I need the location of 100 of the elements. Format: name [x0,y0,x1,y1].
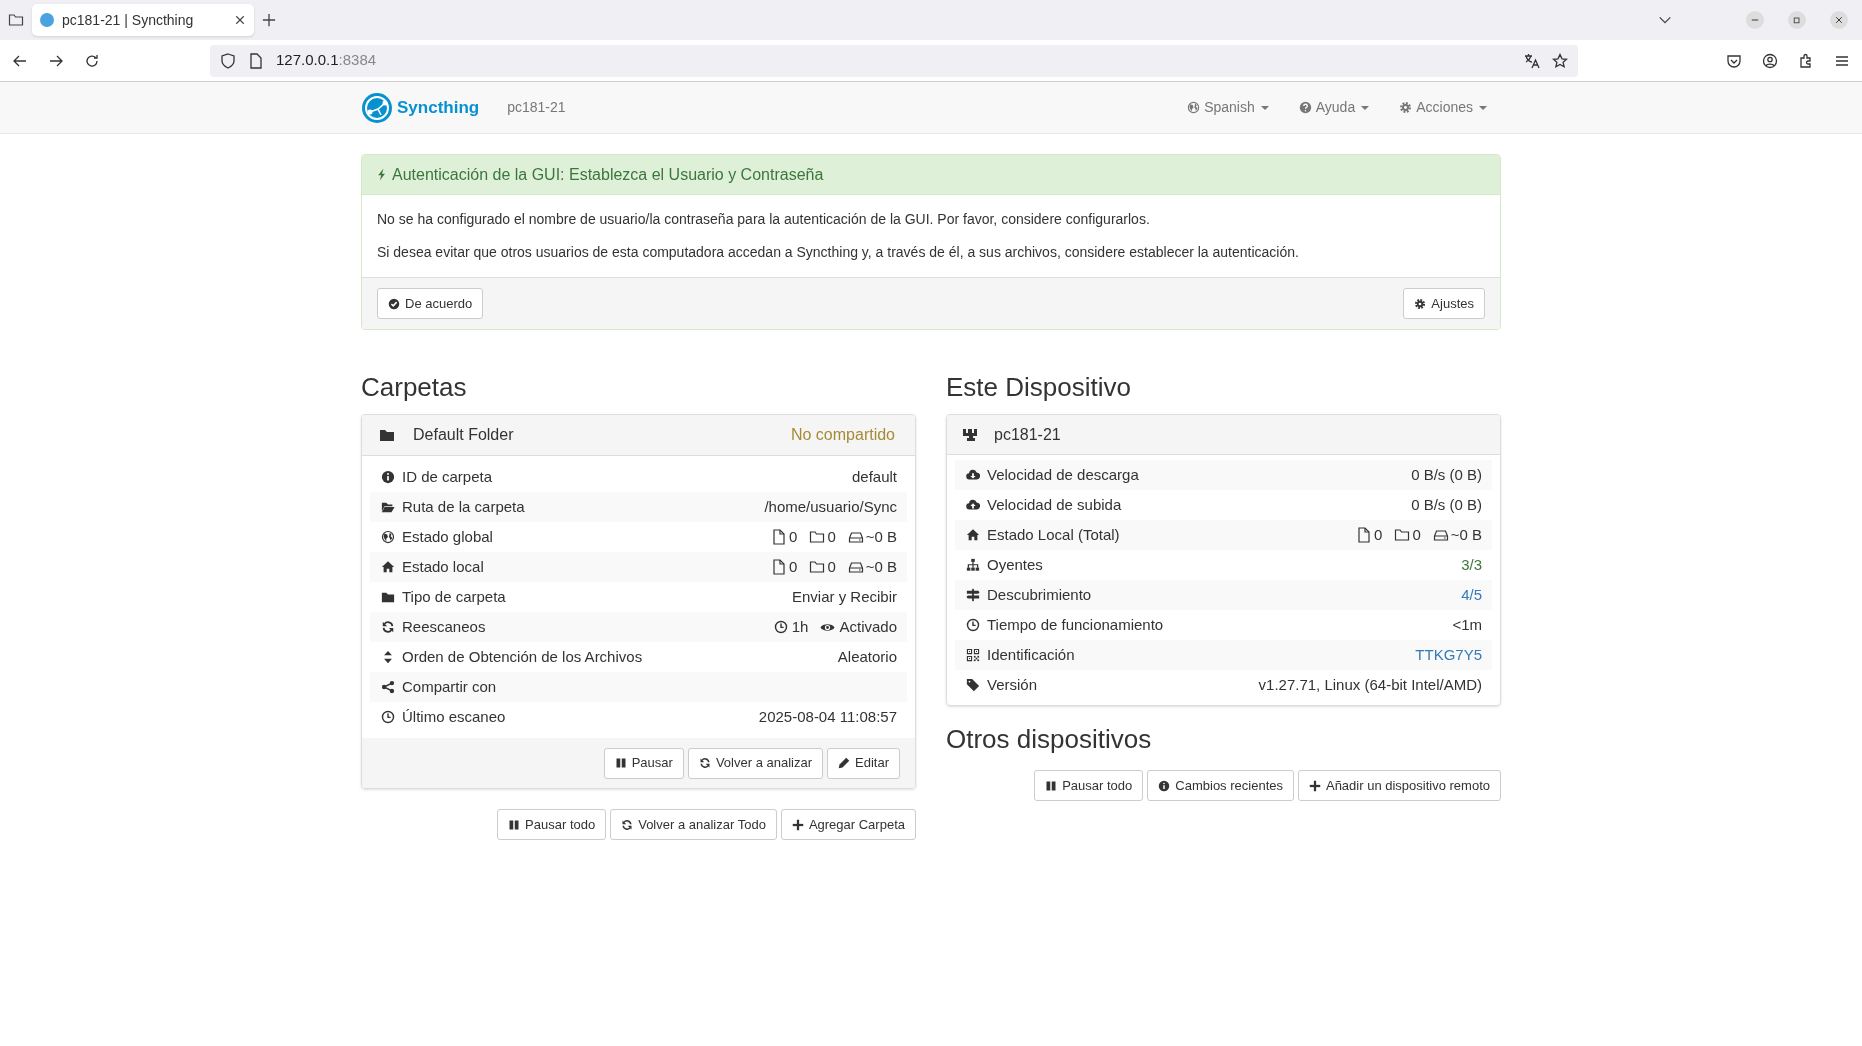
account-icon[interactable] [1762,52,1778,69]
row-label: Oyentes [987,554,1043,575]
section-heading: Este Dispositivo [946,371,1132,404]
settings-icon [1414,297,1427,310]
clock-icon [966,618,980,632]
folder-status: No compartido [790,425,895,445]
pause-icon [508,818,521,831]
row-link[interactable]: TTKG7Y5 [1415,643,1482,667]
disk-icon [847,529,864,545]
size-value: ~0 B [865,526,897,547]
device-name: pc181-21 [994,424,1061,445]
settings-button[interactable]: Ajustes [1403,288,1485,319]
row-label: Tipo de carpeta [402,586,506,607]
globe-icon [1187,101,1201,114]
row-label: Velocidad de subida [987,494,1122,515]
tab-list-icon [8,12,24,28]
row-value: 0 B/s (0 B) [1411,464,1482,485]
tab-title: pc181-21 | Syncthing [62,10,195,30]
size-value: ~0 B [1450,524,1482,545]
add-device-button[interactable]: Añadir un dispositivo remoto [1297,770,1501,801]
file-icon [1356,527,1373,543]
file-count: 0 [789,526,798,547]
row-value: <1m [1452,614,1482,635]
cloud-upload-icon [966,498,980,512]
folder-icon [809,529,826,545]
extensions-icon[interactable] [1798,52,1814,69]
globe-icon [381,530,395,544]
page-icon[interactable] [248,52,264,69]
clock-icon [773,620,788,634]
row-value: 0 B/s (0 B) [1411,494,1482,515]
caret-icon [1260,105,1269,110]
section-heading: Otros dispositivos [946,723,1153,756]
acknowledge-button[interactable]: De acuerdo [377,288,484,319]
rescan-interval: 1h [791,616,809,637]
watcher-status: Activado [839,616,897,637]
home-icon [966,528,980,542]
shield-icon[interactable] [220,52,236,69]
minimize-button[interactable] [1746,11,1764,29]
folder-icon [809,559,826,575]
file-count: 0 [1374,524,1383,545]
pause-button[interactable]: Pausar [603,747,684,779]
row-label: Compartir con [402,676,497,697]
pause-all-button[interactable]: Pausar todo [1034,770,1144,801]
plus-icon [791,818,804,831]
nav-menu[interactable]: Acciones [1399,97,1487,118]
close-icon[interactable] [234,14,246,26]
row-label: Reescaneos [402,616,486,637]
edit-button[interactable]: Editar [827,747,900,779]
rescan-button[interactable]: Volver a analizar [687,747,824,779]
reload-icon[interactable] [84,52,100,69]
translate-icon[interactable] [1524,52,1540,69]
refresh-icon [621,818,634,831]
address-bar[interactable]: 127.0.0.1:8384 [210,44,1578,77]
recent-changes-button[interactable]: Cambios recientes [1147,770,1294,801]
close-button[interactable] [1830,11,1848,29]
restore-button[interactable] [1788,11,1806,29]
new-tab-icon[interactable] [262,13,276,27]
clock-icon [381,710,395,724]
row-link[interactable]: 4/5 [1461,583,1482,607]
folder-icon [379,427,395,443]
folder-icon [381,590,395,604]
row-label: Descubrimiento [987,584,1092,605]
disk-icon [1432,527,1449,543]
syncthing-favicon [40,13,54,27]
device-header[interactable]: pc181-21 [947,415,1500,455]
network-icon [966,558,980,572]
folder-count: 0 [1412,524,1421,545]
settings-icon [1399,101,1413,114]
folder-icon [1394,527,1411,543]
nav-menu[interactable]: Spanish [1187,97,1269,118]
star-icon[interactable] [1552,52,1568,69]
folder-header[interactable]: Default Folder No compartido [362,415,915,456]
signpost-icon [966,588,980,602]
info-icon [1158,779,1171,792]
rescan-all-button[interactable]: Volver a analizar Todo [610,809,777,840]
close-icon [1835,16,1843,24]
qr-code-icon [966,648,980,662]
pocket-icon[interactable] [1726,52,1742,69]
row-value: 2025-08-04 11:08:57 [758,706,897,727]
share-icon [381,680,395,694]
plus-icon [1308,779,1321,792]
row-value: v1.27.71, Linux (64-bit Intel/AMD) [1258,674,1482,695]
disk-icon [847,559,864,575]
pause-all-button[interactable]: Pausar todo [497,809,607,840]
device-icon [962,426,978,443]
info-icon [381,470,395,484]
restore-icon [1793,16,1801,24]
cloud-download-icon [966,468,980,482]
add-folder-button[interactable]: Agregar Carpeta [780,809,916,840]
help-icon [1298,101,1312,114]
alert-text: No se ha configurado el nombre de usuario/la contraseña para la autenticación de la GUI. Por favor, considere configurarlos. [377,210,1151,229]
size-value: ~0 B [865,556,897,577]
row-label: Versión [987,674,1038,695]
row-value: /home/usuario/Sync [764,496,897,517]
nav-menu[interactable]: Ayuda [1298,97,1370,118]
row-value: Aleatorio [837,646,897,667]
row-label: Estado global [402,526,493,547]
row-value: Enviar y Recibir [791,586,897,607]
browser-tab[interactable]: pc181-21 | Syncthing [32,4,254,36]
caret-icon [1361,105,1370,110]
